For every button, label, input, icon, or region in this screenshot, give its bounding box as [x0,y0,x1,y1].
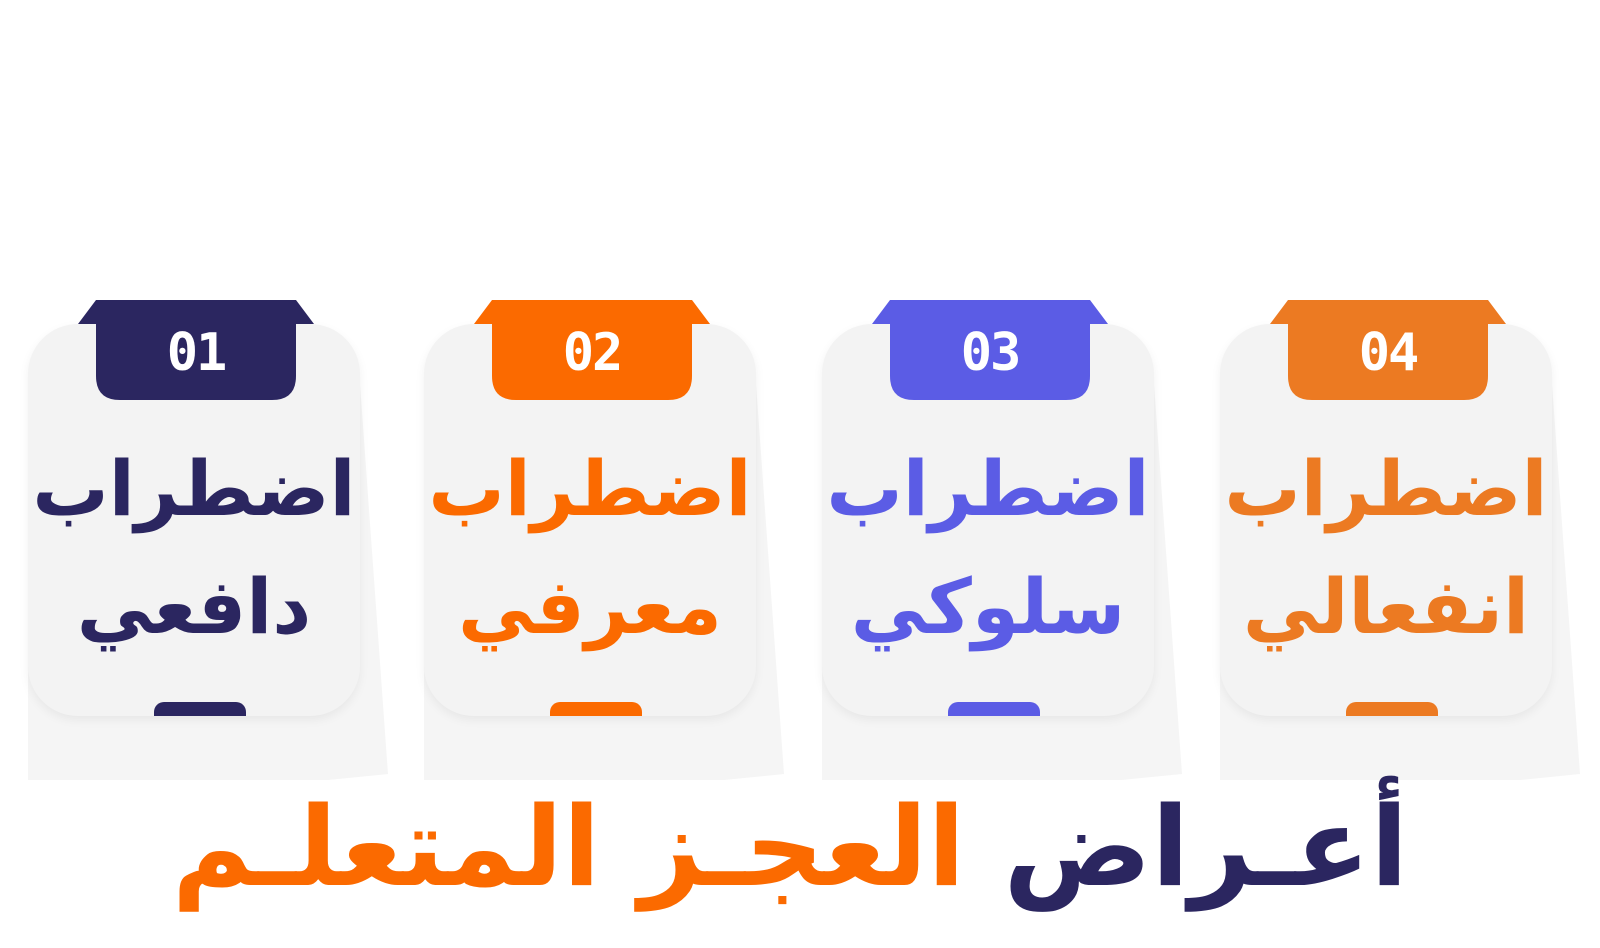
card-number: 03 [960,323,1022,383]
card-number: 01 [166,323,228,383]
card-label: اضطراب انفعالي [1220,430,1552,666]
card-bottom-pill [1346,702,1438,716]
card-label-line1: اضطراب [428,444,752,533]
card-label: اضطراب سلوكي [822,430,1154,666]
card-label-line1: اضطراب [826,444,1150,533]
card-01: 01 اضطراب دافعي [28,300,388,780]
card-label-line2: سلوكي [850,562,1126,651]
card-bottom-pill [154,702,246,716]
card-bottom-pill [948,702,1040,716]
card-number: 04 [1358,323,1420,383]
card-label-line1: اضطراب [1224,444,1548,533]
card-label: اضطراب معرفي [424,430,756,666]
card-label: اضطراب دافعي [28,430,360,666]
main-title: أعـراض العجـز المتعلـم [0,772,1580,932]
title-word-1: أعـراض [1003,783,1409,911]
card-label-line1: اضطراب [32,444,356,533]
card-label-line2: دافعي [76,562,312,651]
infographic: 01 اضطراب دافعي 02 اضطراب معرفي 03 اضطرا… [0,0,1600,948]
title-word-2: العجـز [638,783,966,911]
card-04: 04 اضطراب انفعالي [1220,300,1580,780]
card-03: 03 اضطراب سلوكي [822,300,1182,780]
card-bottom-pill [550,702,642,716]
title-word-3: المتعلـم [171,783,601,911]
card-number: 02 [562,323,624,383]
card-label-line2: معرفي [458,562,722,651]
card-02: 02 اضطراب معرفي [424,300,784,780]
card-label-line2: انفعالي [1242,562,1530,651]
